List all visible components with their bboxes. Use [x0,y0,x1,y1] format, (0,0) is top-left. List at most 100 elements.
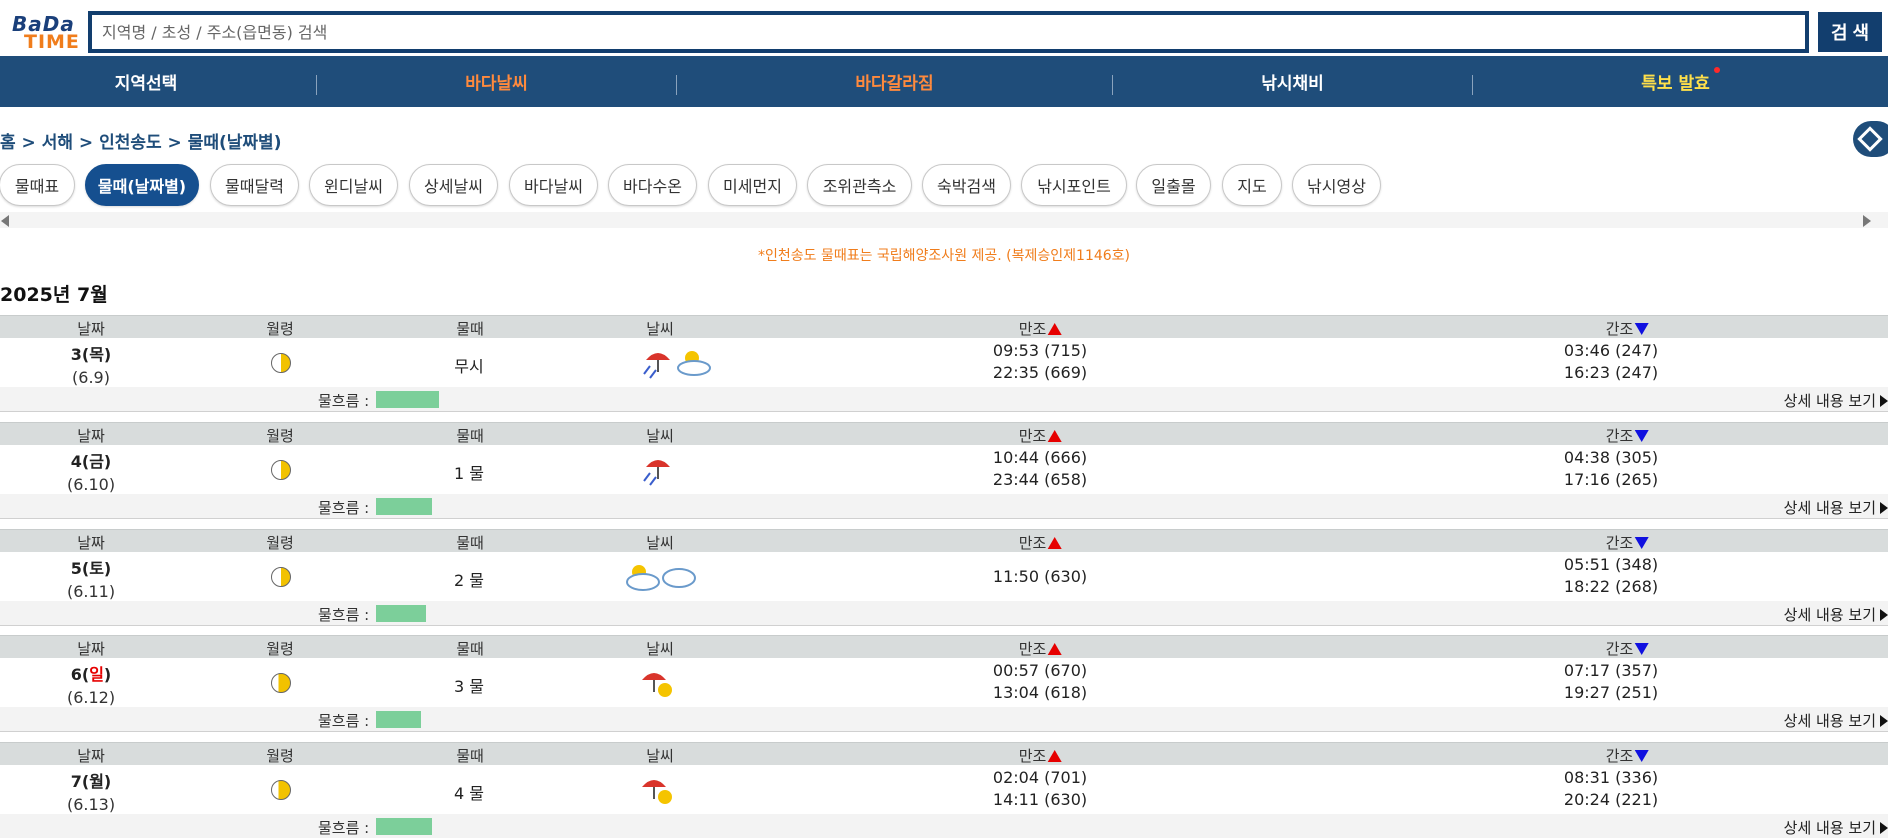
tab-sunrise-sunset[interactable]: 일출몰 [1136,164,1211,206]
header-high-tide: 만조 [1019,638,1062,659]
tab-tide-calendar[interactable]: 물때달력 [210,164,299,206]
tab-detail-weather[interactable]: 상세날씨 [409,164,498,206]
flow-bar [376,498,432,515]
up-triangle-icon [1047,323,1062,335]
sub-tab-bar: 물때표 물때(날짜별) 물때달력 윈디날씨 상세날씨 바다날씨 바다수온 미세먼… [0,164,1888,208]
header-weather: 날씨 [646,427,674,445]
flow-label: 물흐름 : [318,819,370,837]
header-high-tide: 만조 [1019,425,1062,446]
search-input[interactable] [92,15,1805,49]
weather-icon [642,780,672,804]
detail-link[interactable]: 상세 내용 보기 [1784,604,1888,625]
flow-bar [376,391,439,408]
tab-windy-weather[interactable]: 윈디날씨 [309,164,398,206]
flow-label: 물흐름 : [318,712,370,730]
side-menu-toggle[interactable] [1853,121,1888,157]
header-low-tide: 간조 [1606,532,1649,553]
diamond-icon [1857,126,1883,152]
weather-icon [643,460,670,486]
tide-header-row: 날짜 월령 물때 날씨 만조 간조 [0,315,1888,338]
nav-item-sea-parting[interactable]: 바다갈라짐 [677,56,1112,107]
flow-row: 물흐름 : 상세 내용 보기 [0,494,1888,518]
play-arrow-icon [1880,502,1888,514]
flow-row: 물흐름 : 상세 내용 보기 [0,707,1888,731]
tab-map[interactable]: 지도 [1222,164,1282,206]
tab-fishing-video[interactable]: 낚시영상 [1292,164,1381,206]
tab-tide-by-date[interactable]: 물때(날짜별) [85,164,199,206]
tab-lodging[interactable]: 숙박검색 [922,164,1011,206]
nav-item-region-select[interactable]: 지역선택 [0,56,292,107]
detail-link[interactable]: 상세 내용 보기 [1784,710,1888,731]
scroll-left-icon[interactable] [1,215,9,227]
low-tide-cell: 04:38 (305) 17:16 (265) [1563,448,1659,489]
tab-sea-weather[interactable]: 바다날씨 [509,164,598,206]
down-triangle-icon [1634,643,1649,655]
detail-link[interactable]: 상세 내용 보기 [1784,390,1888,411]
breadcrumb[interactable]: 홈 > 서해 > 인천송도 > 물때(날짜별) [0,128,281,153]
moon-phase-icon [271,673,291,693]
date-cell: 4(금) (6.10) [66,452,116,494]
tide-day-block: 날짜 월령 물때 날씨 만조 간조 4(금) (6.10) 1 물 10:44 … [0,422,1888,519]
nav-item-sea-weather[interactable]: 바다날씨 [317,56,676,107]
header-weather: 날씨 [646,534,674,552]
tide-day-block: 날짜 월령 물때 날씨 만조 간조 6(일) (6.12) 3 물 00:57 … [0,635,1888,732]
flow-label: 물흐름 : [318,499,370,517]
moon-phase-icon [271,780,291,800]
tide-header-row: 날짜 월령 물때 날씨 만조 간조 [0,742,1888,765]
scroll-right-icon[interactable] [1863,215,1871,227]
tab-tide-station[interactable]: 조위관측소 [807,164,912,206]
tab-tide-table[interactable]: 물때표 [0,164,75,206]
row-divider [0,411,1888,412]
header-low-tide: 간조 [1606,318,1649,339]
date-cell: 7(월) (6.13) [66,772,116,814]
header-weather: 날씨 [646,747,674,765]
high-tide-cell: 09:53 (715) 22:35 (669) [992,341,1088,382]
moon-phase-icon [271,353,291,373]
low-tide-cell: 05:51 (348) 18:22 (268) [1563,555,1659,596]
tab-fishing-point[interactable]: 낚시포인트 [1021,164,1127,206]
flow-label: 물흐름 : [318,392,370,410]
detail-link[interactable]: 상세 내용 보기 [1784,497,1888,518]
tab-fine-dust[interactable]: 미세먼지 [708,164,797,206]
tab-scrollbar[interactable] [0,212,1888,228]
tide-cell: 무시 [454,357,484,376]
up-triangle-icon [1047,750,1062,762]
header-low-tide: 간조 [1606,638,1649,659]
down-triangle-icon [1634,750,1649,762]
tide-header-row: 날짜 월령 물때 날씨 만조 간조 [0,635,1888,658]
nav-item-fishing-gear[interactable]: 낚시채비 [1113,56,1472,107]
detail-link[interactable]: 상세 내용 보기 [1784,817,1888,838]
date-cell: 5(토) (6.11) [66,559,116,601]
tab-sea-temp[interactable]: 바다수온 [608,164,697,206]
bada-time-logo[interactable]: BaDa TIME [10,12,80,53]
moon-phase-icon [271,460,291,480]
search-button[interactable]: 검 색 [1818,12,1882,52]
header-high-tide: 만조 [1019,745,1062,766]
header-date: 날짜 [77,534,105,552]
month-title: 2025년 7월 [0,284,108,306]
tide-day-block: 날짜 월령 물때 날씨 만조 간조 5(토) (6.11) 2 물 11:50 … [0,529,1888,626]
nav-item-warning[interactable]: 특보 발효 [1473,56,1888,107]
flow-bar [376,605,426,622]
row-divider [0,518,1888,519]
weather-icon [642,673,672,697]
date-cell: 3(목) (6.9) [70,345,112,387]
tide-cell: 3 물 [454,677,484,696]
high-tide-cell: 11:50 (630) [992,567,1088,586]
header-moon: 월령 [266,320,294,338]
tide-cell: 1 물 [454,464,484,483]
row-divider [0,731,1888,732]
header-tide: 물때 [456,427,484,445]
play-arrow-icon [1880,715,1888,727]
tide-cell: 4 물 [454,784,484,803]
header-moon: 월령 [266,534,294,552]
flow-bar [376,711,421,728]
row-divider [0,625,1888,626]
header-weather: 날씨 [646,640,674,658]
main-nav: 지역선택 바다날씨 바다갈라짐 낚시채비 특보 발효 [0,56,1888,107]
header-low-tide: 간조 [1606,745,1649,766]
flow-row: 물흐름 : 상세 내용 보기 [0,387,1888,411]
tide-header-row: 날짜 월령 물때 날씨 만조 간조 [0,422,1888,445]
header-weather: 날씨 [646,320,674,338]
header-tide: 물때 [456,534,484,552]
